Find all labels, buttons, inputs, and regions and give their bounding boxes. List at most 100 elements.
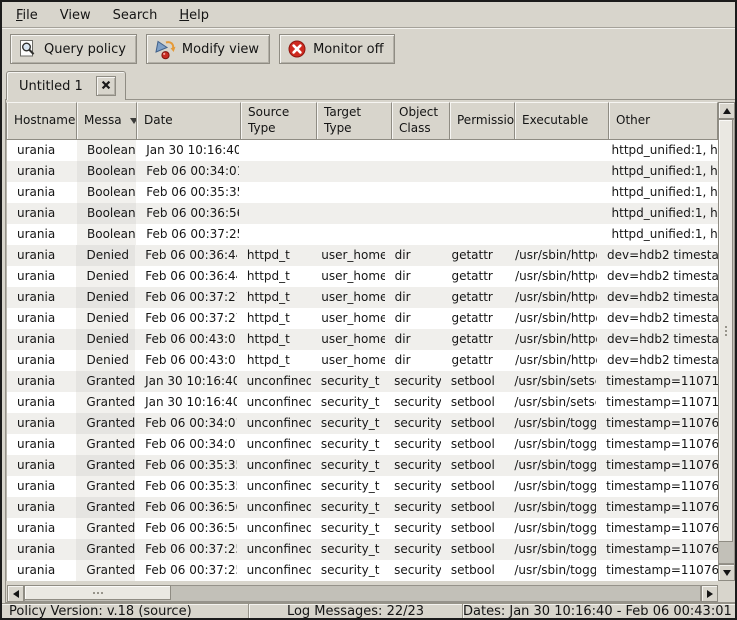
tab-close-button[interactable]	[96, 76, 116, 96]
header-label: Executable	[522, 113, 588, 129]
monitor-off-button[interactable]: Monitor off	[279, 34, 394, 64]
cell-source-type: unconfined_	[237, 392, 311, 413]
table-row[interactable]: uraniaDeniedFeb 06 00:36:44httpd_tuser_h…	[7, 266, 718, 287]
cell-source-type: httpd_t	[237, 329, 311, 350]
cell-object-class: dir	[385, 245, 442, 266]
table-row[interactable]: uraniaGrantedFeb 06 00:35:35unconfined_s…	[7, 455, 718, 476]
scroll-down-button[interactable]	[718, 564, 735, 581]
cell-object-class: dir	[385, 350, 442, 371]
tab-bar: Untitled 1	[6, 71, 126, 100]
vertical-scroll-thumb[interactable]	[718, 119, 733, 542]
table-row[interactable]: uraniaGrantedFeb 06 00:34:01unconfined_s…	[7, 434, 718, 455]
cell-executable	[509, 161, 602, 182]
cell-object-class: security	[384, 371, 441, 392]
modify-view-button[interactable]: Modify view	[146, 34, 270, 64]
header-cell-object-class[interactable]: Object Class	[392, 102, 450, 140]
table-row[interactable]: uraniaGrantedJan 30 10:16:40unconfined_s…	[7, 392, 718, 413]
cell-target-type: security_t	[311, 434, 384, 455]
table-row[interactable]: uraniaGrantedFeb 06 00:36:56unconfined_s…	[7, 497, 718, 518]
table-row[interactable]: uraniaGrantedFeb 06 00:34:01unconfined_s…	[7, 413, 718, 434]
document-magnifier-icon	[18, 39, 38, 59]
cell-source-type: httpd_t	[237, 287, 311, 308]
header-cell-source-type[interactable]: Source Type	[241, 102, 317, 140]
cell-hostname: urania	[7, 266, 76, 287]
header-cell-date[interactable]: Date	[137, 102, 241, 140]
header-label: Object Class	[399, 105, 438, 136]
cell-message: Boolean	[77, 182, 136, 203]
table-row[interactable]: uraniaGrantedFeb 06 00:36:56unconfined_s…	[7, 518, 718, 539]
vertical-scrollbar	[718, 102, 735, 581]
cell-hostname: urania	[7, 329, 76, 350]
table-row[interactable]: uraniaBooleanFeb 06 00:37:25httpd_unifie…	[7, 224, 718, 245]
header-cell-target-type[interactable]: Target Type	[317, 102, 392, 140]
cell-hostname: urania	[7, 203, 77, 224]
header-cell-executable[interactable]: Executable	[515, 102, 609, 140]
table-row[interactable]: uraniaBooleanFeb 06 00:35:35httpd_unifie…	[7, 182, 718, 203]
table-row[interactable]: uraniaGrantedFeb 06 00:37:25unconfined_s…	[7, 539, 718, 560]
cell-object-class: dir	[385, 308, 442, 329]
table-row[interactable]: uraniaDeniedFeb 06 00:36:44httpd_tuser_h…	[7, 245, 718, 266]
cell-date: Feb 06 00:37:27	[135, 287, 237, 308]
table-row[interactable]: uraniaDeniedFeb 06 00:43:01httpd_tuser_h…	[7, 350, 718, 371]
cell-hostname: urania	[7, 497, 76, 518]
header-cell-other[interactable]: Other	[609, 102, 718, 140]
scroll-up-button[interactable]	[718, 102, 735, 119]
menu-item-view[interactable]: View	[49, 4, 102, 27]
menu-item-help[interactable]: Help	[168, 4, 220, 27]
cell-date: Feb 06 00:36:56	[135, 497, 236, 518]
header-cell-permission[interactable]: Permission	[450, 102, 515, 140]
cell-other: dev=hdb2 timesta	[597, 308, 718, 329]
header-label: Messa	[84, 113, 122, 129]
cell-target-type: user_home_	[311, 350, 384, 371]
menu-item-search[interactable]: Search	[102, 4, 169, 27]
cell-target-type: user_home_	[311, 245, 384, 266]
table-row[interactable]: uraniaBooleanFeb 06 00:34:01httpd_unifie…	[7, 161, 718, 182]
cell-executable: /usr/sbin/toggle	[504, 497, 596, 518]
cell-source-type: httpd_t	[237, 266, 311, 287]
tab-untitled-1[interactable]: Untitled 1	[6, 71, 126, 100]
cell-message: Granted	[76, 560, 135, 581]
cell-object-class: security	[384, 476, 441, 497]
table-row[interactable]: uraniaBooleanJan 30 10:16:40httpd_unifie…	[7, 140, 718, 161]
cell-target-type: security_t	[311, 476, 384, 497]
table-row[interactable]: uraniaGrantedFeb 06 00:37:25unconfined_s…	[7, 560, 718, 581]
cell-message: Granted	[76, 539, 135, 560]
table-row[interactable]: uraniaDeniedFeb 06 00:37:27httpd_tuser_h…	[7, 308, 718, 329]
table-row[interactable]: uraniaDeniedFeb 06 00:43:01httpd_tuser_h…	[7, 329, 718, 350]
vertical-scroll-track[interactable]	[718, 119, 735, 564]
status-bar: Policy Version: v.18 (source) Log Messag…	[2, 603, 735, 620]
right-arrow-icon	[707, 590, 713, 598]
cell-source-type	[239, 203, 314, 224]
cell-hostname: urania	[7, 413, 76, 434]
cell-other: timestamp=11076	[596, 518, 718, 539]
cell-hostname: urania	[7, 455, 76, 476]
cell-message: Denied	[76, 266, 135, 287]
grip-icon	[725, 330, 727, 332]
scroll-left-button[interactable]	[7, 585, 24, 602]
menu-item-file[interactable]: File	[5, 4, 49, 27]
horizontal-scroll-track[interactable]	[24, 585, 701, 602]
cell-target-type: security_t	[311, 497, 384, 518]
header-cell-hostname[interactable]: Hostname	[6, 102, 77, 140]
table-row[interactable]: uraniaGrantedJan 30 10:16:40unconfined_s…	[7, 371, 718, 392]
table-row[interactable]: uraniaBooleanFeb 06 00:36:56httpd_unifie…	[7, 203, 718, 224]
table-row[interactable]: uraniaDeniedFeb 06 00:37:27httpd_tuser_h…	[7, 287, 718, 308]
cell-executable	[509, 224, 602, 245]
scroll-right-button[interactable]	[701, 585, 718, 602]
cell-target-type	[314, 182, 388, 203]
cell-target-type: security_t	[311, 518, 384, 539]
cell-permission: setbool	[441, 371, 505, 392]
modify-view-icon	[154, 39, 176, 60]
header-cell-message[interactable]: Messa	[77, 102, 137, 140]
cell-permission	[445, 203, 509, 224]
cell-executable: /usr/sbin/httpd	[505, 287, 597, 308]
cell-message: Denied	[76, 245, 135, 266]
cell-hostname: urania	[7, 392, 76, 413]
cell-permission: setbool	[441, 518, 505, 539]
table-row[interactable]: uraniaGrantedFeb 06 00:35:35unconfined_s…	[7, 476, 718, 497]
query-policy-button[interactable]: Query policy	[10, 34, 137, 64]
cell-hostname: urania	[7, 182, 77, 203]
horizontal-scroll-thumb[interactable]	[24, 585, 171, 600]
cell-source-type: httpd_t	[237, 350, 311, 371]
cell-date: Feb 06 00:36:56	[136, 203, 238, 224]
